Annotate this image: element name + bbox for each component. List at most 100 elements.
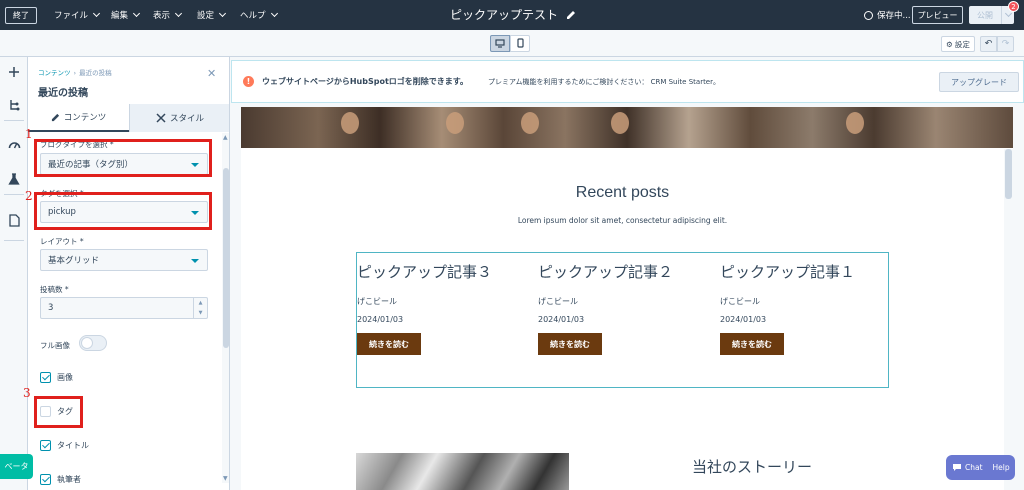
scroll-up-icon[interactable]: ▲ (223, 134, 228, 141)
optimize-icon[interactable] (6, 137, 22, 153)
desktop-preview-button[interactable] (490, 35, 510, 52)
page-settings-button[interactable]: ⚙ 設定 (941, 36, 975, 52)
full-image-toggle[interactable] (79, 335, 107, 351)
image-checkbox[interactable] (40, 372, 51, 383)
annotation-number: 2 (25, 189, 33, 203)
layers-icon[interactable] (6, 97, 22, 113)
menu-help[interactable]: ヘルプ (240, 9, 278, 21)
menu-file[interactable]: ファイル (54, 9, 101, 21)
chevron-down-icon (132, 9, 141, 18)
tab-content[interactable]: コンテンツ (28, 104, 129, 132)
menu-edit[interactable]: 編集 (111, 9, 141, 21)
test-flask-icon[interactable] (6, 171, 22, 187)
recent-posts-title: Recent posts (575, 184, 670, 201)
chat-widget[interactable]: Chat Help (946, 455, 1015, 480)
title-option[interactable]: タイトル (40, 440, 89, 451)
exit-button[interactable]: 終了 (5, 7, 37, 24)
read-more-button[interactable]: 続きを読む (357, 333, 421, 355)
style-tools-icon (156, 113, 166, 123)
post-title[interactable]: ピックアップ記事３ (357, 261, 532, 282)
publish-label: 公開 (977, 10, 993, 20)
pencil-icon[interactable] (566, 10, 576, 20)
menu-edit-label: 編集 (111, 11, 129, 21)
menu-settings-label: 設定 (197, 11, 215, 21)
menu-help-label: ヘルプ (240, 11, 266, 21)
story-image[interactable] (356, 453, 569, 490)
preview-scrollbar[interactable] (1004, 149, 1013, 490)
hero-photo-detail (446, 112, 464, 134)
tab-style[interactable]: スタイル (129, 104, 229, 132)
layout-select[interactable]: 基本グリッド (40, 249, 208, 271)
author-checkbox[interactable] (40, 474, 51, 485)
menu-settings[interactable]: 設定 (197, 9, 227, 21)
notification-badge[interactable]: 2 (1008, 1, 1019, 12)
post-count-label: 投稿数 * (40, 285, 69, 294)
help-button[interactable]: Help (993, 463, 1010, 472)
info-icon: ! (243, 76, 254, 87)
hero-photo-detail (521, 112, 539, 134)
mobile-preview-button[interactable] (510, 35, 530, 52)
hero-photo-detail (611, 112, 629, 134)
post-count-stepper[interactable]: ▲ ▼ (193, 298, 207, 318)
panel-scrollbar[interactable]: ▲ ▼ (222, 133, 229, 483)
rail-divider (4, 240, 24, 241)
post-date: 2024/01/03 (720, 315, 767, 324)
menu-view[interactable]: 表示 (153, 9, 183, 21)
rail-divider (4, 120, 24, 121)
upgrade-button[interactable]: アップグレード (939, 72, 1019, 92)
image-option[interactable]: 画像 (40, 372, 73, 383)
close-icon[interactable]: ✕ (207, 67, 216, 80)
menu-file-label: ファイル (54, 11, 89, 21)
breadcrumb-root[interactable]: コンテンツ (38, 69, 71, 77)
caret-down-icon (191, 259, 199, 263)
page-title[interactable]: ピックアップテスト (450, 6, 576, 23)
panel-scroll-thumb[interactable] (223, 168, 229, 348)
post-card[interactable]: ピックアップ記事２ げこビール 2024/01/03 (538, 261, 713, 324)
save-status-text: 保存中... (877, 11, 911, 21)
publish-button[interactable]: 公開 (969, 6, 1014, 24)
author-option[interactable]: 執筆者 (40, 474, 81, 485)
editor-toolbar: ⚙ 設定 ↶ ↷ (0, 30, 1024, 57)
undo-button[interactable]: ↶ (980, 36, 997, 52)
author-option-label: 執筆者 (57, 475, 81, 484)
post-card[interactable]: ピックアップ記事１ げこビール 2024/01/03 (720, 261, 895, 324)
desktop-icon (495, 39, 505, 48)
page-preview[interactable]: Recent posts Lorem ipsum dolor sit amet,… (241, 107, 1013, 490)
post-title[interactable]: ピックアップ記事１ (720, 261, 895, 282)
redo-button[interactable]: ↷ (997, 36, 1014, 52)
hero-image[interactable] (241, 107, 1013, 148)
save-status: 保存中... (864, 9, 911, 21)
post-date: 2024/01/03 (538, 315, 585, 324)
post-title[interactable]: ピックアップ記事２ (538, 261, 713, 282)
recent-posts-module[interactable]: ピックアップ記事３ げこビール 2024/01/03 続きを読む ピックアップ記… (356, 252, 889, 388)
page-title-text: ピックアップテスト (450, 8, 559, 22)
scroll-down-icon[interactable]: ▼ (223, 475, 228, 482)
image-option-label: 画像 (57, 373, 73, 382)
add-icon[interactable] (6, 64, 22, 80)
post-card[interactable]: ピックアップ記事３ げこビール 2024/01/03 (357, 261, 532, 324)
chat-button[interactable]: Chat (946, 455, 983, 480)
chat-label: Chat (965, 463, 983, 472)
gear-icon: ⚙ (946, 39, 953, 49)
read-more-button[interactable]: 続きを読む (538, 333, 602, 355)
toggle-knob (81, 337, 93, 349)
menu-view-label: 表示 (153, 11, 171, 21)
preview-button[interactable]: プレビュー (912, 6, 963, 24)
title-checkbox[interactable] (40, 440, 51, 451)
annotation-number: 3 (23, 386, 31, 400)
chevron-down-icon (218, 9, 227, 18)
annotation-box (34, 192, 212, 230)
hero-photo-detail (846, 112, 864, 134)
stepper-up-icon[interactable]: ▲ (194, 298, 207, 308)
post-count-input[interactable]: 3 ▲ ▼ (40, 297, 208, 319)
preview-scroll-thumb[interactable] (1005, 149, 1012, 199)
post-author: げこビール (720, 297, 760, 306)
content-form: ブログタイプを選択 * 最近の記事（タグ別） タグを選択 * pickup レイ… (28, 133, 222, 490)
page-icon[interactable] (6, 212, 22, 228)
stepper-down-icon[interactable]: ▼ (194, 308, 207, 318)
post-date: 2024/01/03 (357, 315, 404, 324)
read-more-button[interactable]: 続きを読む (720, 333, 784, 355)
beta-tab[interactable]: ベータ (0, 454, 33, 479)
chevron-down-icon (174, 9, 183, 18)
panel-title: 最近の投稿 (38, 88, 88, 99)
